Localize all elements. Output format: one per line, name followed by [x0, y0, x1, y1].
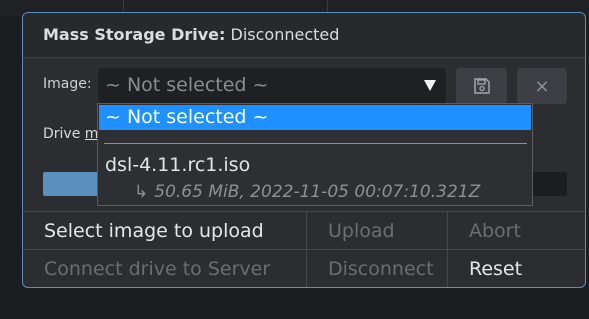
- save-button[interactable]: [456, 68, 507, 104]
- chevron-down-icon: [424, 80, 436, 91]
- dropdown-option-iso[interactable]: dsl-4.11.rc1.iso: [105, 154, 250, 176]
- dropdown-option-detail: ↳ 50.65 MiB, 2022-11-05 00:07:10.321Z: [134, 182, 480, 202]
- close-icon: ×: [534, 75, 550, 97]
- dropdown-divider: [104, 143, 527, 144]
- drive-status: Disconnected: [230, 25, 340, 44]
- abort-button[interactable]: Abort: [447, 211, 585, 249]
- panel-title: Mass Storage Drive: Disconnected: [43, 25, 339, 44]
- iso-size-date: 50.65 MiB, 2022-11-05 00:07:10.321Z: [154, 182, 481, 202]
- disconnect-button[interactable]: Disconnect: [306, 249, 447, 287]
- drive-label-text: Drive: [43, 126, 81, 142]
- select-image-button[interactable]: Select image to upload: [23, 211, 306, 249]
- reset-button[interactable]: Reset: [447, 249, 585, 287]
- subitem-arrow-icon: ↳: [134, 182, 149, 202]
- image-select-value: ~ Not selected ~: [105, 74, 269, 96]
- image-label: Image:: [43, 76, 92, 92]
- floppy-disk-icon: [473, 78, 490, 94]
- dropdown-option-not-selected[interactable]: ~ Not selected ~: [99, 105, 531, 130]
- connect-drive-button[interactable]: Connect drive to Server: [23, 249, 306, 287]
- panel-header: Mass Storage Drive: Disconnected: [23, 13, 585, 58]
- clear-image-button[interactable]: ×: [517, 68, 567, 104]
- image-dropdown-list: ~ Not selected ~ dsl-4.11.rc1.iso ↳ 50.65…: [97, 103, 533, 206]
- upload-button[interactable]: Upload: [306, 211, 447, 249]
- title-label: Mass Storage Drive:: [43, 25, 226, 44]
- image-select[interactable]: ~ Not selected ~: [98, 68, 446, 104]
